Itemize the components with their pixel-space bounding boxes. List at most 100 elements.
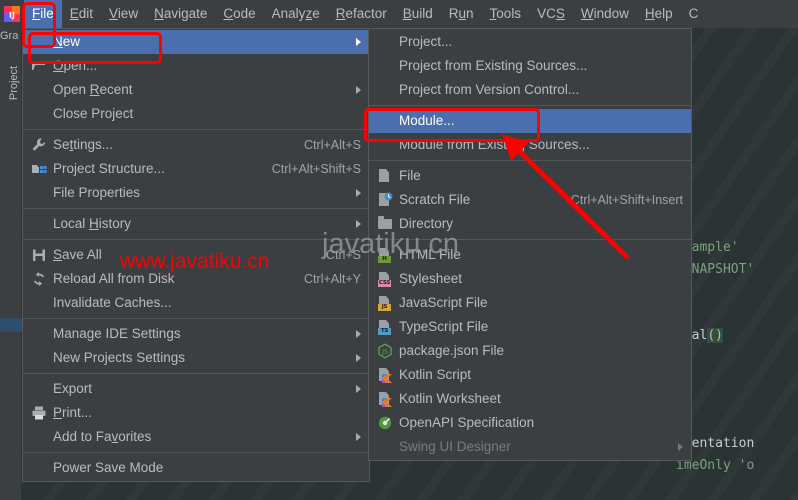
menu-item-openapi-specification[interactable]: OpenAPI Specification	[369, 411, 691, 435]
menu-item-label: New Projects Settings	[53, 350, 186, 365]
menu-item-label: Project from Version Control...	[399, 82, 580, 97]
menu-item-project-from-version-control[interactable]: Project from Version Control...	[369, 78, 691, 102]
svg-text:IJ: IJ	[9, 11, 15, 20]
menu-item-icon-placeholder	[377, 82, 393, 98]
menu-item-icon-placeholder	[31, 82, 47, 98]
menubar-item-refactor[interactable]: Refactor	[328, 0, 395, 28]
menubar-item-analyze[interactable]: Analyze	[264, 0, 328, 28]
menu-item-local-history[interactable]: Local History	[23, 212, 369, 236]
menubar-item-help[interactable]: Help	[637, 0, 681, 28]
menu-item-stylesheet[interactable]: CSS Stylesheet	[369, 267, 691, 291]
menu-item-label: Export	[53, 381, 93, 396]
chevron-right-icon	[356, 385, 361, 393]
save-icon	[31, 247, 47, 263]
menu-item-manage-ide-settings[interactable]: Manage IDE Settings	[23, 322, 369, 346]
menu-item-new[interactable]: New	[23, 30, 369, 54]
menu-item-label: Module from Existing Sources...	[399, 137, 590, 152]
menu-item-power-save-mode[interactable]: Power Save Mode	[23, 456, 369, 480]
menubar-item-run[interactable]: Run	[441, 0, 482, 28]
menubar-item-vcs[interactable]: VCS	[529, 0, 573, 28]
sidebar-item-gradle[interactable]: Gra	[0, 30, 22, 46]
menu-item-settings[interactable]: Settings... Ctrl+Alt+S	[23, 133, 369, 157]
menu-item-scratch-file[interactable]: Scratch File Ctrl+Alt+Shift+Insert	[369, 188, 691, 212]
scratch-file-icon	[377, 192, 393, 208]
menu-item-project[interactable]: Project...	[369, 30, 691, 54]
menu-item-label: Kotlin Script	[399, 367, 472, 382]
menu-item-icon-placeholder	[31, 350, 47, 366]
folder-open-icon	[31, 58, 47, 74]
menu-item-invalidate-caches[interactable]: Invalidate Caches...	[23, 291, 369, 315]
menu-item-package-json-file[interactable]: JS package.json File	[369, 339, 691, 363]
menu-item-kotlin-worksheet[interactable]: Kotlin Worksheet	[369, 387, 691, 411]
kotlin-icon	[377, 367, 393, 383]
menu-item-label: Kotlin Worksheet	[399, 391, 501, 406]
menu-item-project-structure[interactable]: Project Structure... Ctrl+Alt+Shift+S	[23, 157, 369, 181]
menubar-item-file[interactable]: File	[24, 0, 62, 28]
file-icon	[377, 168, 393, 184]
menu-item-icon-placeholder	[377, 137, 393, 153]
menu-item-label: File Properties	[53, 185, 141, 200]
menu-item-icon-placeholder	[31, 216, 47, 232]
menu-item-open-recent[interactable]: Open Recent	[23, 78, 369, 102]
menu-item-label: Print...	[53, 405, 93, 420]
openapi-icon	[377, 415, 393, 431]
menubar-item-edit[interactable]: Edit	[62, 0, 101, 28]
menu-separator	[23, 373, 369, 374]
left-tool-window-bar[interactable]: Project	[0, 28, 22, 500]
menu-item-label: New	[53, 34, 81, 49]
menu-item-close-project[interactable]: Close Project	[23, 102, 369, 126]
menubar-item-build[interactable]: Build	[395, 0, 441, 28]
menubar-item-code[interactable]: Code	[215, 0, 263, 28]
menu-item-label: Project Structure...	[53, 161, 165, 176]
menu-item-shortcut: Ctrl+Alt+Shift+Insert	[570, 193, 683, 207]
menu-item-label: TypeScript File	[399, 319, 489, 334]
menu-item-open[interactable]: Open...	[23, 54, 369, 78]
menu-item-label: Power Save Mode	[53, 460, 164, 475]
menu-item-label: Project from Existing Sources...	[399, 58, 588, 73]
menu-item-icon-placeholder	[31, 381, 47, 397]
menu-item-label: Swing UI Designer	[399, 439, 511, 454]
menu-item-swing-ui-designer: Swing UI Designer	[369, 435, 691, 459]
menu-item-file[interactable]: File	[369, 164, 691, 188]
printer-icon	[31, 405, 47, 421]
menu-item-export[interactable]: Export	[23, 377, 369, 401]
menu-item-add-to-favorites[interactable]: Add to Favorites	[23, 425, 369, 449]
menu-item-project-from-existing-sources[interactable]: Project from Existing Sources...	[369, 54, 691, 78]
menu-item-icon-placeholder	[31, 106, 47, 122]
chevron-right-icon	[678, 443, 683, 451]
menu-item-icon-placeholder	[31, 295, 47, 311]
menubar-item-window[interactable]: Window	[573, 0, 637, 28]
menubar-item-tools[interactable]: Tools	[482, 0, 530, 28]
chevron-right-icon	[356, 220, 361, 228]
reload-icon	[31, 271, 47, 287]
menu-item-label: package.json File	[399, 343, 505, 358]
chevron-right-icon	[356, 189, 361, 197]
menu-item-icon-placeholder	[31, 34, 47, 50]
menu-item-icon-placeholder	[31, 429, 47, 445]
menubar-item-view[interactable]: View	[101, 0, 146, 28]
menu-item-label: Module...	[399, 113, 455, 128]
menubar-item-navigate[interactable]: Navigate	[146, 0, 215, 28]
chevron-right-icon	[356, 354, 361, 362]
menu-separator	[23, 318, 369, 319]
menu-item-print[interactable]: Print...	[23, 401, 369, 425]
menu-bar: IJ File Edit View Navigate Code Analyze Refact…	[0, 0, 798, 28]
menu-item-label: Local History	[53, 216, 132, 231]
menu-item-icon-placeholder	[31, 460, 47, 476]
menu-separator	[23, 129, 369, 130]
menu-separator	[369, 105, 691, 106]
menu-separator	[369, 160, 691, 161]
menu-item-kotlin-script[interactable]: Kotlin Script	[369, 363, 691, 387]
menu-item-file-properties[interactable]: File Properties	[23, 181, 369, 205]
menu-item-typescript-file[interactable]: TS TypeScript File	[369, 315, 691, 339]
menubar-item-c[interactable]: C	[681, 0, 707, 28]
menu-item-javascript-file[interactable]: JS JavaScript File	[369, 291, 691, 315]
menu-item-icon-placeholder	[377, 34, 393, 50]
menu-item-label: JavaScript File	[399, 295, 488, 310]
menu-item-label: Add to Favorites	[53, 429, 152, 444]
menu-item-module-from-existing-sources[interactable]: Module from Existing Sources...	[369, 133, 691, 157]
menu-item-icon-placeholder	[377, 113, 393, 129]
menu-item-module[interactable]: Module...	[369, 109, 691, 133]
chevron-right-icon	[356, 330, 361, 338]
menu-item-new-projects-settings[interactable]: New Projects Settings	[23, 346, 369, 370]
